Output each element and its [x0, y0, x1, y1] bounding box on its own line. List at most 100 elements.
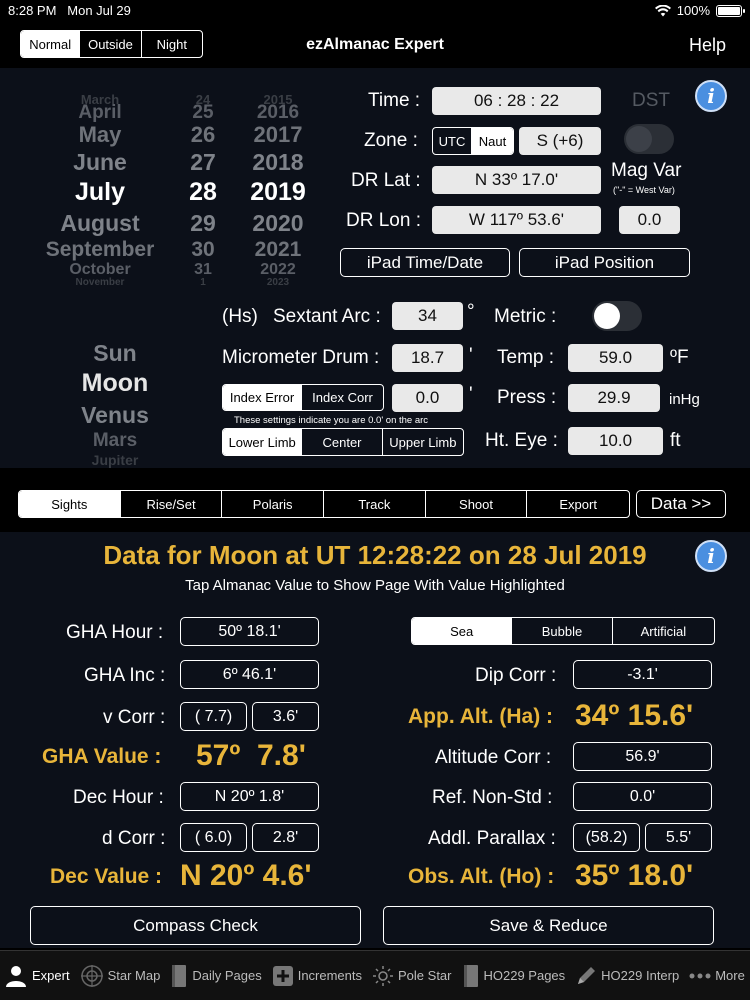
ipad-time-button[interactable]: iPad Time/Date	[340, 248, 510, 277]
picker-year-selected: 2019	[250, 178, 306, 206]
tab-export[interactable]: Export	[527, 491, 629, 517]
index-error-option[interactable]: Index Error	[223, 385, 303, 410]
picker-day-6: 30	[191, 238, 215, 261]
zone-naut[interactable]: Naut	[472, 128, 513, 154]
date-picker[interactable]: March April May June July August Septemb…	[25, 88, 325, 288]
dst-toggle[interactable]	[624, 124, 674, 154]
bottom-tab-ho229-interp[interactable]: HO229 Interp	[575, 965, 679, 987]
zone-value-field[interactable]: S (+6)	[519, 127, 601, 155]
center-option[interactable]: Center	[302, 429, 383, 455]
info-icon-settings[interactable]: i	[695, 80, 727, 112]
upper-limb-option[interactable]: Upper Limb	[383, 429, 463, 455]
hs-label: (Hs)	[222, 306, 258, 327]
tab-shoot[interactable]: Shoot	[426, 491, 528, 517]
battery-percent: 100%	[676, 3, 710, 18]
horizon-sea[interactable]: Sea	[412, 618, 513, 644]
limb-segment: Lower Limb Center Upper Limb	[222, 428, 464, 456]
gha-hour-value[interactable]: 50º 18.1'	[180, 617, 319, 646]
bottom-tab-increments[interactable]: Increments	[272, 965, 362, 987]
obs-alt-label: Obs. Alt. (Ho) :	[408, 865, 555, 888]
tab-sights[interactable]: Sights	[19, 491, 121, 517]
dec-hour-value[interactable]: N 20º 1.8'	[180, 782, 319, 811]
plus-icon	[272, 965, 293, 986]
gha-inc-value[interactable]: 6º 46.1'	[180, 660, 319, 689]
dec-hour-label: Dec Hour :	[73, 787, 164, 808]
picker-day-8: 1	[200, 277, 206, 288]
lower-limb-option[interactable]: Lower Limb	[223, 429, 303, 455]
picker-year-3: 2018	[252, 149, 304, 175]
ipad-position-button[interactable]: iPad Position	[519, 248, 690, 277]
body-jupiter: Jupiter	[91, 452, 139, 468]
press-field[interactable]: 29.9	[568, 384, 660, 412]
status-right: 100%	[654, 3, 745, 18]
d-corr-value[interactable]: 2.8'	[252, 823, 319, 852]
d-corr-factor[interactable]: ( 6.0)	[180, 823, 247, 852]
results-subheader: Tap Almanac Value to Show Page With Valu…	[185, 577, 565, 594]
picker-month-selected: July	[74, 178, 126, 206]
bottom-tab-daily-pages[interactable]: Daily Pages	[170, 964, 262, 988]
bottom-tab-pole-star[interactable]: Pole Star	[372, 965, 452, 987]
micrometer-drum-field[interactable]: 18.7	[392, 344, 463, 372]
bottom-tab-ho229-pages[interactable]: HO229 Pages	[462, 964, 566, 988]
horizon-artificial[interactable]: Artificial	[613, 618, 714, 644]
temp-unit: ºF	[670, 347, 689, 368]
dip-corr-value[interactable]: -3.1'	[573, 660, 712, 689]
data-button[interactable]: Data >>	[636, 490, 726, 518]
body-selected: Moon	[81, 369, 149, 397]
magvar-field[interactable]: 0.0	[619, 206, 680, 234]
drlon-label: DR Lon :	[346, 210, 421, 231]
zone-utc[interactable]: UTC	[433, 128, 473, 154]
tab-track[interactable]: Track	[324, 491, 426, 517]
bottom-tab-label: Pole Star	[398, 968, 452, 983]
picker-day-1: 25	[192, 102, 214, 123]
ref-non-std-value[interactable]: 0.0'	[573, 782, 712, 811]
v-corr-value[interactable]: 3.6'	[252, 702, 319, 731]
tab-rise-set[interactable]: Rise/Set	[121, 491, 223, 517]
compass-check-button[interactable]: Compass Check	[30, 906, 361, 945]
sextant-arc-field[interactable]: 34	[392, 302, 463, 330]
bottom-tab-label: HO229 Pages	[483, 968, 566, 983]
book-icon	[172, 964, 187, 987]
book-icon	[463, 964, 478, 987]
v-corr-factor[interactable]: ( 7.7)	[180, 702, 247, 731]
picker-month-3: June	[73, 149, 127, 175]
bottom-tab-expert[interactable]: Expert	[4, 964, 70, 988]
picker-year-1: 2016	[256, 102, 300, 123]
bottom-tab-label: Expert	[32, 968, 70, 983]
metric-toggle[interactable]	[592, 301, 642, 331]
zone-label: Zone :	[364, 130, 418, 151]
micrometer-drum-label: Micrometer Drum :	[222, 347, 380, 368]
body-picker[interactable]: Sun Moon Venus Mars Jupiter	[40, 335, 190, 470]
picker-year-5: 2020	[252, 210, 304, 236]
picker-month-5: August	[60, 210, 140, 236]
more-icon	[689, 973, 711, 978]
picker-month-1: April	[78, 102, 122, 123]
time-field[interactable]: 06 : 28 : 22	[432, 87, 601, 115]
temp-field[interactable]: 59.0	[568, 344, 663, 372]
status-left: 8:28 PM Mon Jul 29	[8, 3, 131, 18]
picker-day-5: 29	[190, 210, 216, 236]
drlon-field[interactable]: W 117º 53.6'	[432, 206, 601, 234]
main-tab-bar: Sights Rise/Set Polaris Track Shoot Expo…	[18, 490, 630, 518]
save-reduce-button[interactable]: Save & Reduce	[383, 906, 714, 945]
temp-label: Temp :	[497, 347, 555, 368]
altitude-corr-value[interactable]: 56.9'	[573, 742, 712, 771]
drlat-field[interactable]: N 33º 17.0'	[432, 166, 601, 194]
addl-parallax-factor[interactable]: (58.2)	[573, 823, 640, 852]
index-field[interactable]: 0.0	[392, 384, 463, 412]
info-icon-results[interactable]: i	[695, 540, 727, 572]
bottom-tab-label: Increments	[297, 968, 363, 983]
addl-parallax-value[interactable]: 5.5'	[645, 823, 712, 852]
horizon-bubble[interactable]: Bubble	[512, 618, 613, 644]
index-corr-option[interactable]: Index Corr	[302, 385, 383, 410]
ht-eye-unit: ft	[670, 430, 681, 451]
wifi-icon	[654, 4, 671, 16]
ht-eye-field[interactable]: 10.0	[568, 427, 663, 455]
bottom-tab-star-map[interactable]: Star Map	[80, 964, 160, 988]
picker-day-2: 26	[190, 122, 216, 147]
tab-polaris[interactable]: Polaris	[222, 491, 325, 517]
picker-year-6: 2021	[254, 238, 302, 261]
bottom-tab-more[interactable]: More	[689, 968, 745, 983]
help-button[interactable]: Help	[689, 35, 726, 56]
altitude-corr-label: Altitude Corr :	[435, 747, 552, 768]
